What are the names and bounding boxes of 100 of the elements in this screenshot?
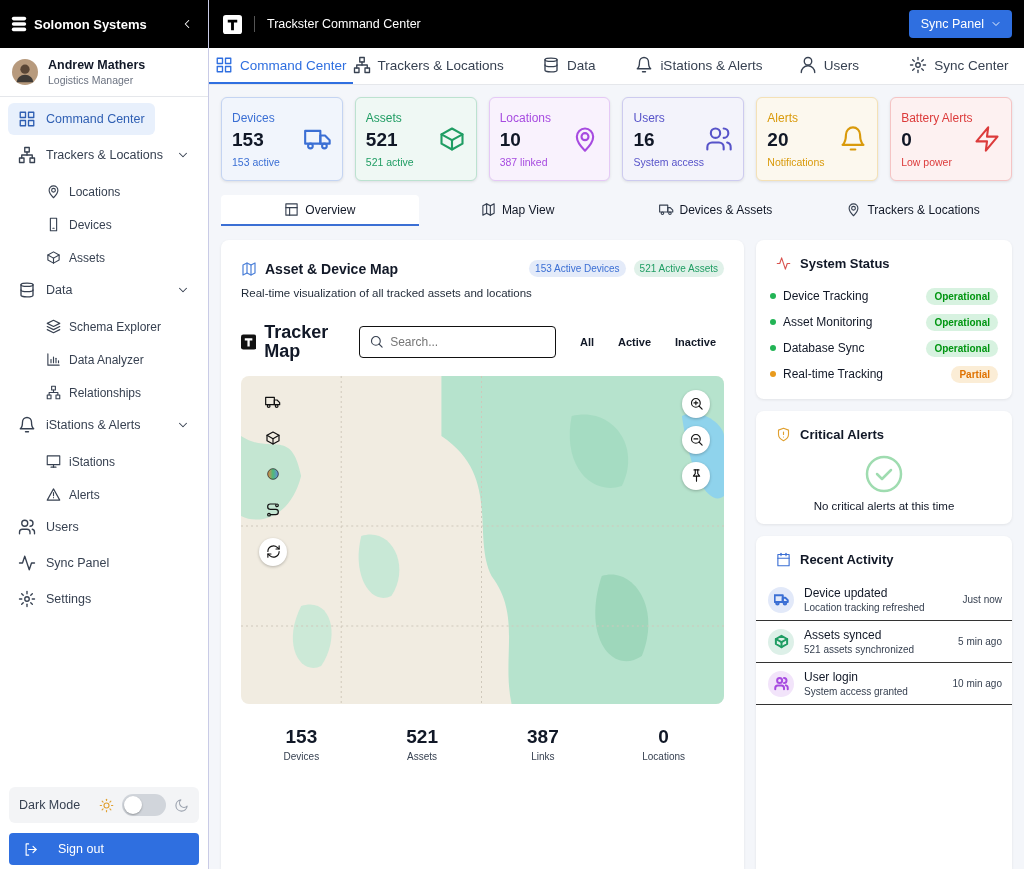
monitor-icon	[46, 454, 61, 469]
nav-item[interactable]: Users	[8, 511, 200, 543]
filter-link[interactable]: Active	[610, 335, 660, 348]
users-icon	[18, 518, 36, 536]
total-value: 521	[406, 725, 438, 748]
stat-value: 153	[232, 128, 265, 151]
pulse-icon	[776, 256, 791, 271]
nav-subitem[interactable]: Locations	[8, 175, 200, 208]
bar-chart-icon	[46, 352, 61, 367]
activity-title: User login	[804, 670, 860, 684]
bell-icon	[18, 416, 36, 434]
dark-mode-toggle[interactable]	[122, 794, 166, 816]
activity-detail: 521 assets synchronized	[804, 644, 916, 655]
view-tab[interactable]: Map View	[418, 195, 617, 226]
stat-label: Devices	[232, 110, 276, 125]
count-badge: 521 Active Assets	[633, 260, 724, 277]
stat-caption: 521 active	[365, 155, 415, 168]
hierarchy-icon	[46, 385, 61, 400]
view-tab[interactable]: Devices & Assets	[616, 195, 815, 226]
total-value: 387	[527, 725, 559, 748]
activity-time: Just now	[962, 594, 1002, 605]
user-icon	[798, 56, 817, 74]
warning-icon	[46, 487, 61, 502]
service-name: Asset Monitoring	[783, 315, 874, 329]
nav-item[interactable]: Settings	[8, 583, 200, 615]
tab[interactable]: Data	[503, 48, 634, 84]
card-title: Critical Alerts	[800, 427, 885, 442]
nav-item[interactable]: Sync Panel	[8, 547, 200, 579]
hierarchy-icon	[18, 146, 36, 164]
grid-icon	[18, 110, 36, 128]
view-tab[interactable]: Trackers & Locations	[814, 195, 1012, 226]
nav-subitem[interactable]: Schema Explorer	[8, 310, 200, 343]
user-role: Logistics Manager	[48, 74, 135, 86]
nav-item[interactable]: Data	[8, 274, 200, 306]
stat-value: 20	[767, 128, 790, 151]
stat-label: Users	[633, 110, 666, 125]
filter-link[interactable]: Inactive	[667, 335, 724, 348]
activity-time: 10 min ago	[952, 678, 1002, 689]
empty-message: No critical alerts at this time	[812, 500, 956, 512]
logo-icon	[223, 14, 242, 34]
stat-label: Alerts	[767, 110, 799, 125]
nav-item[interactable]: Command Center	[8, 103, 155, 135]
settings-icon	[909, 56, 928, 74]
check-circle-icon	[864, 454, 904, 494]
map-pin-icon	[46, 184, 61, 199]
shield-icon	[776, 427, 791, 442]
tracker-map-title: Tracker Map	[264, 323, 330, 361]
nav-subitem[interactable]: Alerts	[8, 478, 200, 511]
zoom-out-icon	[688, 432, 704, 448]
refresh-icon	[265, 544, 281, 560]
view-tab[interactable]: Overview	[221, 195, 419, 226]
stat-value: 521	[365, 128, 399, 151]
status-badge: Partial	[951, 365, 998, 383]
database-icon	[18, 281, 36, 299]
sun-icon	[99, 797, 114, 813]
tab[interactable]: Sync Center	[893, 48, 1024, 84]
activity-title: Device updated	[804, 586, 889, 600]
stat-caption: 387 linked	[499, 155, 549, 168]
nav-subitem[interactable]: Assets	[8, 241, 200, 274]
bell-icon	[635, 56, 654, 74]
users-icon	[705, 125, 734, 153]
logo-icon	[10, 15, 28, 33]
filter-link[interactable]: All	[571, 335, 602, 348]
nav-subitem[interactable]: Devices	[8, 208, 200, 241]
nav-subitem[interactable]: Data Analyzer	[8, 343, 200, 376]
map-icon	[241, 260, 257, 277]
cube-icon	[46, 250, 61, 265]
stat-value: 0	[901, 128, 913, 151]
sync-panel-button[interactable]: Sync Panel	[908, 10, 1012, 38]
layout-icon	[284, 202, 300, 217]
nav-item[interactable]: Trackers & Locations	[8, 139, 200, 171]
service-name: Real-time Tracking	[783, 367, 885, 381]
card-title: Asset & Device Map	[265, 260, 399, 277]
hierarchy-icon	[352, 56, 371, 74]
card-title: Recent Activity	[800, 552, 894, 567]
tab[interactable]: Trackers & Locations	[352, 48, 504, 84]
activity-title: Assets synced	[804, 628, 883, 642]
settings-icon	[18, 590, 36, 608]
gradient-circle-icon[interactable]	[265, 465, 281, 482]
search-field[interactable]: Search...	[359, 325, 556, 358]
nav-subitem[interactable]: iStations	[8, 445, 200, 478]
tab[interactable]: Users	[763, 48, 894, 84]
service-name: Database Sync	[783, 341, 866, 355]
tab[interactable]: iStations & Alerts	[633, 48, 764, 84]
service-name: Device Tracking	[783, 289, 870, 303]
nav-item[interactable]: iStations & Alerts	[8, 409, 200, 441]
database-icon	[542, 56, 561, 74]
nav-subitem[interactable]: Relationships	[8, 376, 200, 409]
route-icon[interactable]	[265, 501, 281, 518]
activity-time: 5 min ago	[958, 636, 1002, 647]
user-name: Andrew Mathers	[48, 58, 146, 72]
zoom-in-icon	[688, 396, 704, 412]
cube-icon[interactable]	[265, 429, 281, 446]
sign-out-button[interactable]: Sign out	[9, 833, 199, 865]
total-label: Locations	[642, 750, 686, 762]
search-icon	[369, 333, 385, 349]
tab[interactable]: Command Center	[209, 48, 353, 84]
grid-icon	[215, 56, 233, 74]
truck-icon	[658, 202, 674, 217]
status-badge: Operational	[926, 313, 998, 331]
